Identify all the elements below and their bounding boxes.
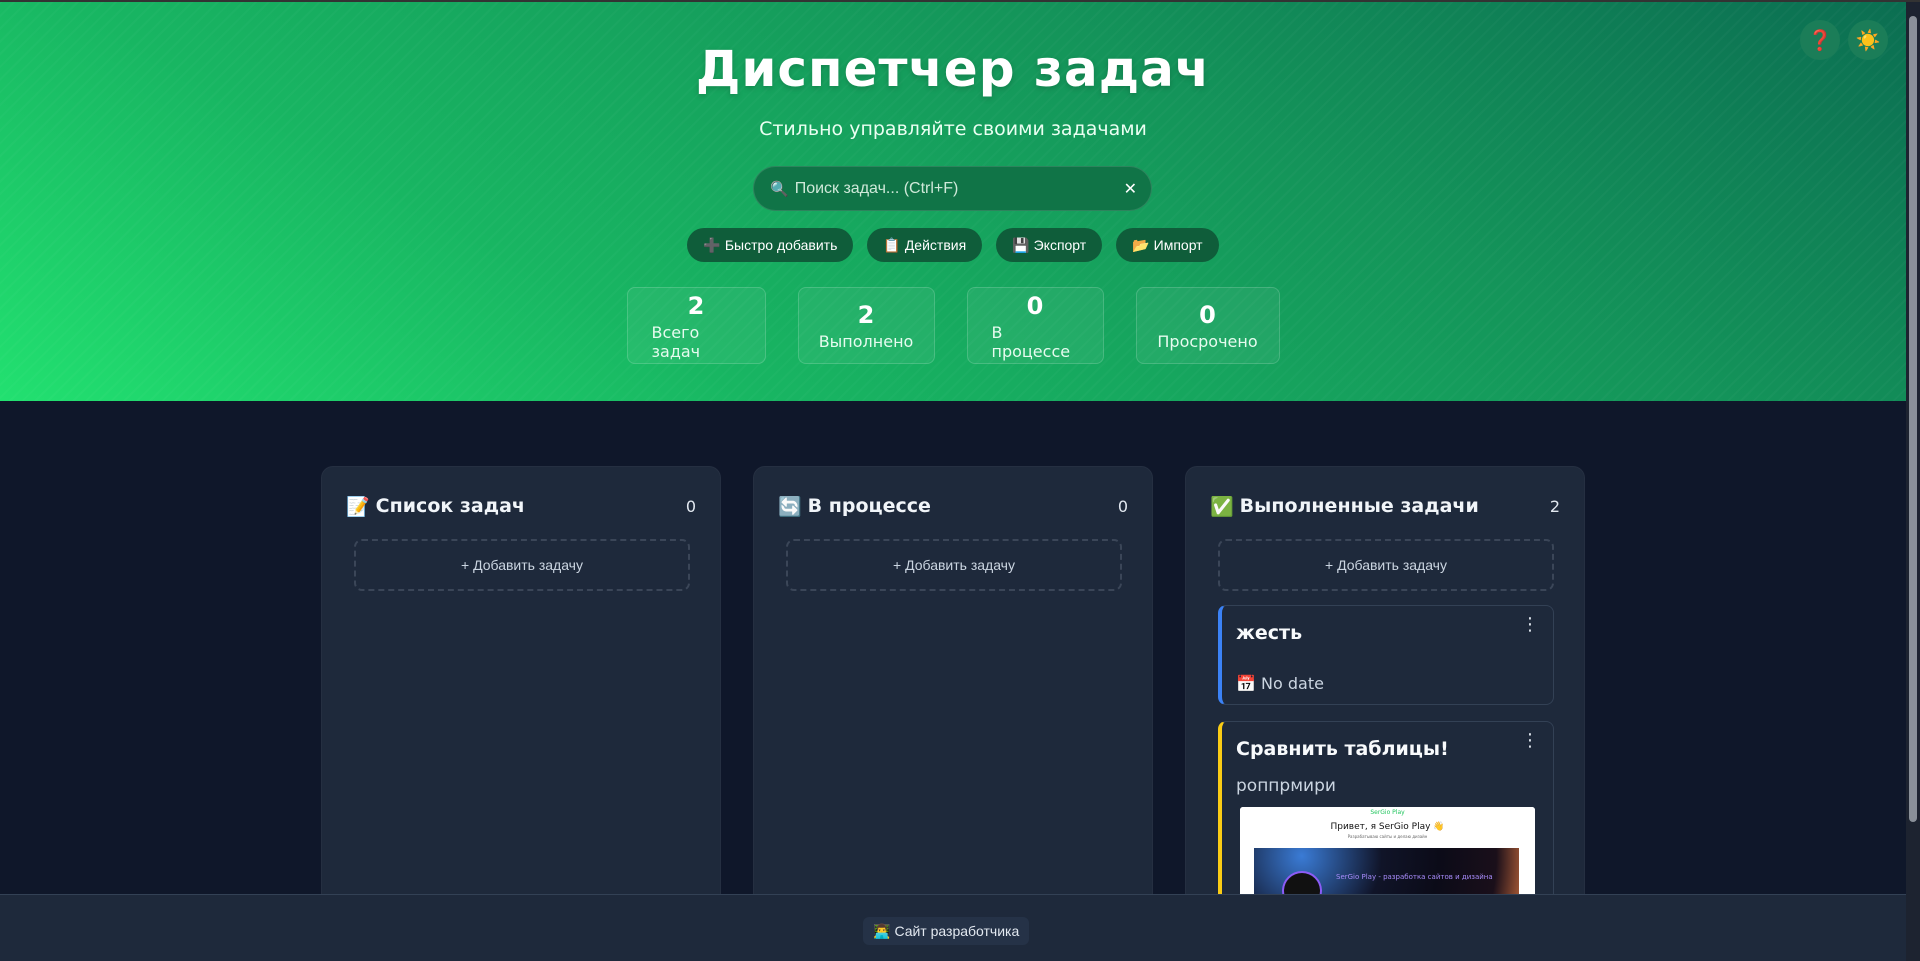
add-task-button[interactable]: + Добавить задачу <box>1218 539 1554 591</box>
stat-done-value: 2 <box>857 301 875 329</box>
help-button[interactable]: ❓ <box>1800 20 1840 60</box>
hero-header: Диспетчер задач Стильно управляйте своим… <box>0 2 1906 401</box>
task-description: роппрмири <box>1236 776 1336 796</box>
stat-total-value: 2 <box>687 291 705 320</box>
column-title: 📝 Список задач <box>346 495 525 518</box>
floppy-disk-icon: 💾 <box>1012 236 1030 253</box>
stat-total-label: Всего задач <box>651 322 701 361</box>
check-mark-icon: ✅ <box>1210 495 1234 518</box>
stat-in-progress-label: В процессе <box>991 322 1071 361</box>
task-title: жесть <box>1236 622 1303 644</box>
column-title: 🔄 В процессе <box>778 495 931 518</box>
column-count: 0 <box>1117 496 1128 516</box>
column-count: 0 <box>685 496 696 516</box>
thumbnail-header: SerGio Play Привет, я SerGio Play 👋 Разр… <box>1240 807 1535 841</box>
column-title: ✅ Выполненные задачи <box>1210 495 1479 518</box>
add-task-button[interactable]: + Добавить задачу <box>786 539 1122 591</box>
stat-in-progress-value: 0 <box>1026 291 1044 320</box>
stat-done-label: Выполнено <box>818 332 914 351</box>
task-card[interactable]: жесть ⋮ 📅 No date <box>1218 605 1554 705</box>
developer-icon: 👨‍💻 <box>873 922 891 939</box>
theme-toggle-button[interactable]: ☀️ <box>1848 20 1888 60</box>
calendar-icon: 📅 <box>1236 674 1256 693</box>
open-folder-icon: 📂 <box>1132 236 1150 253</box>
task-title: Сравнить таблицы! <box>1236 738 1449 760</box>
quick-add-button[interactable]: ➕ Быстро добавить <box>687 228 854 262</box>
thumbnail-banner-text: SerGio Play - разработка сайтов и дизайн… <box>1336 873 1493 881</box>
clear-search-icon[interactable]: ✕ <box>1124 179 1137 198</box>
plus-icon: ➕ <box>703 236 721 253</box>
import-label: Импорт <box>1153 237 1203 253</box>
thumbnail-subheading: Разрабатываю сайты и делаю дизайн <box>1347 834 1428 839</box>
column-todo: 📝 Список задач 0 + Добавить задачу <box>321 466 721 961</box>
stat-in-progress: 0 В процессе <box>966 287 1104 364</box>
column-header: 📝 Список задач 0 <box>346 491 696 521</box>
stat-overdue-value: 0 <box>1199 301 1216 329</box>
stat-overdue: 0 Просрочено <box>1135 287 1280 364</box>
import-button[interactable]: 📂 Импорт <box>1116 228 1219 262</box>
task-menu-icon[interactable]: ⋮ <box>1521 616 1539 634</box>
column-title-text: В процессе <box>807 495 931 517</box>
refresh-icon: 🔄 <box>778 495 802 518</box>
column-in-progress: 🔄 В процессе 0 + Добавить задачу <box>753 466 1153 961</box>
task-due-date: 📅 No date <box>1236 674 1324 693</box>
stat-done: 2 Выполнено <box>797 287 935 364</box>
developer-site-label: Сайт разработчика <box>894 923 1020 939</box>
task-menu-icon[interactable]: ⋮ <box>1521 732 1539 750</box>
search-box: 🔍 ✕ <box>753 166 1152 211</box>
page-title: Диспетчер задач <box>695 40 1211 98</box>
column-title-text: Выполненные задачи <box>1239 495 1479 517</box>
sun-icon: ☀️ <box>1855 28 1881 52</box>
column-header: 🔄 В процессе 0 <box>778 491 1128 521</box>
clipboard-icon: 📋 <box>883 236 901 253</box>
search-icon: 🔍 <box>770 179 789 198</box>
task-date-text: No date <box>1261 674 1324 693</box>
developer-site-link[interactable]: 👨‍💻 Сайт разработчика <box>863 917 1030 945</box>
search-input[interactable] <box>794 179 1124 198</box>
column-title-text: Список задач <box>375 495 525 517</box>
stat-total: 2 Всего задач <box>626 287 766 364</box>
thumbnail-heading: Привет, я SerGio Play 👋 <box>1330 822 1445 832</box>
actions-button[interactable]: 📋 Действия <box>867 228 983 262</box>
question-mark-icon: ❓ <box>1807 28 1833 52</box>
export-button[interactable]: 💾 Экспорт <box>996 228 1103 262</box>
stats-row: 2 Всего задач 2 Выполнено 0 В процессе 0… <box>0 287 1906 364</box>
task-card[interactable]: Сравнить таблицы! ⋮ роппрмири SerGio Pla… <box>1218 721 1554 921</box>
column-done: ✅ Выполненные задачи 2 + Добавить задачу… <box>1185 466 1585 961</box>
add-task-button[interactable]: + Добавить задачу <box>354 539 690 591</box>
action-buttons: ➕ Быстро добавить 📋 Действия 💾 Экспорт 📂… <box>0 228 1906 262</box>
column-header: ✅ Выполненные задачи 2 <box>1210 491 1560 521</box>
actions-label: Действия <box>904 237 967 253</box>
memo-icon: 📝 <box>346 495 370 518</box>
export-label: Экспорт <box>1033 237 1087 253</box>
scrollbar-thumb[interactable] <box>1909 16 1917 822</box>
footer: 👨‍💻 Сайт разработчика <box>0 894 1906 961</box>
column-count: 2 <box>1549 496 1560 516</box>
quick-add-label: Быстро добавить <box>724 237 838 253</box>
stat-overdue-label: Просрочено <box>1157 332 1258 351</box>
page-subtitle: Стильно управляйте своими задачами <box>759 118 1147 140</box>
thumbnail-brand: SerGio Play <box>1370 809 1405 816</box>
